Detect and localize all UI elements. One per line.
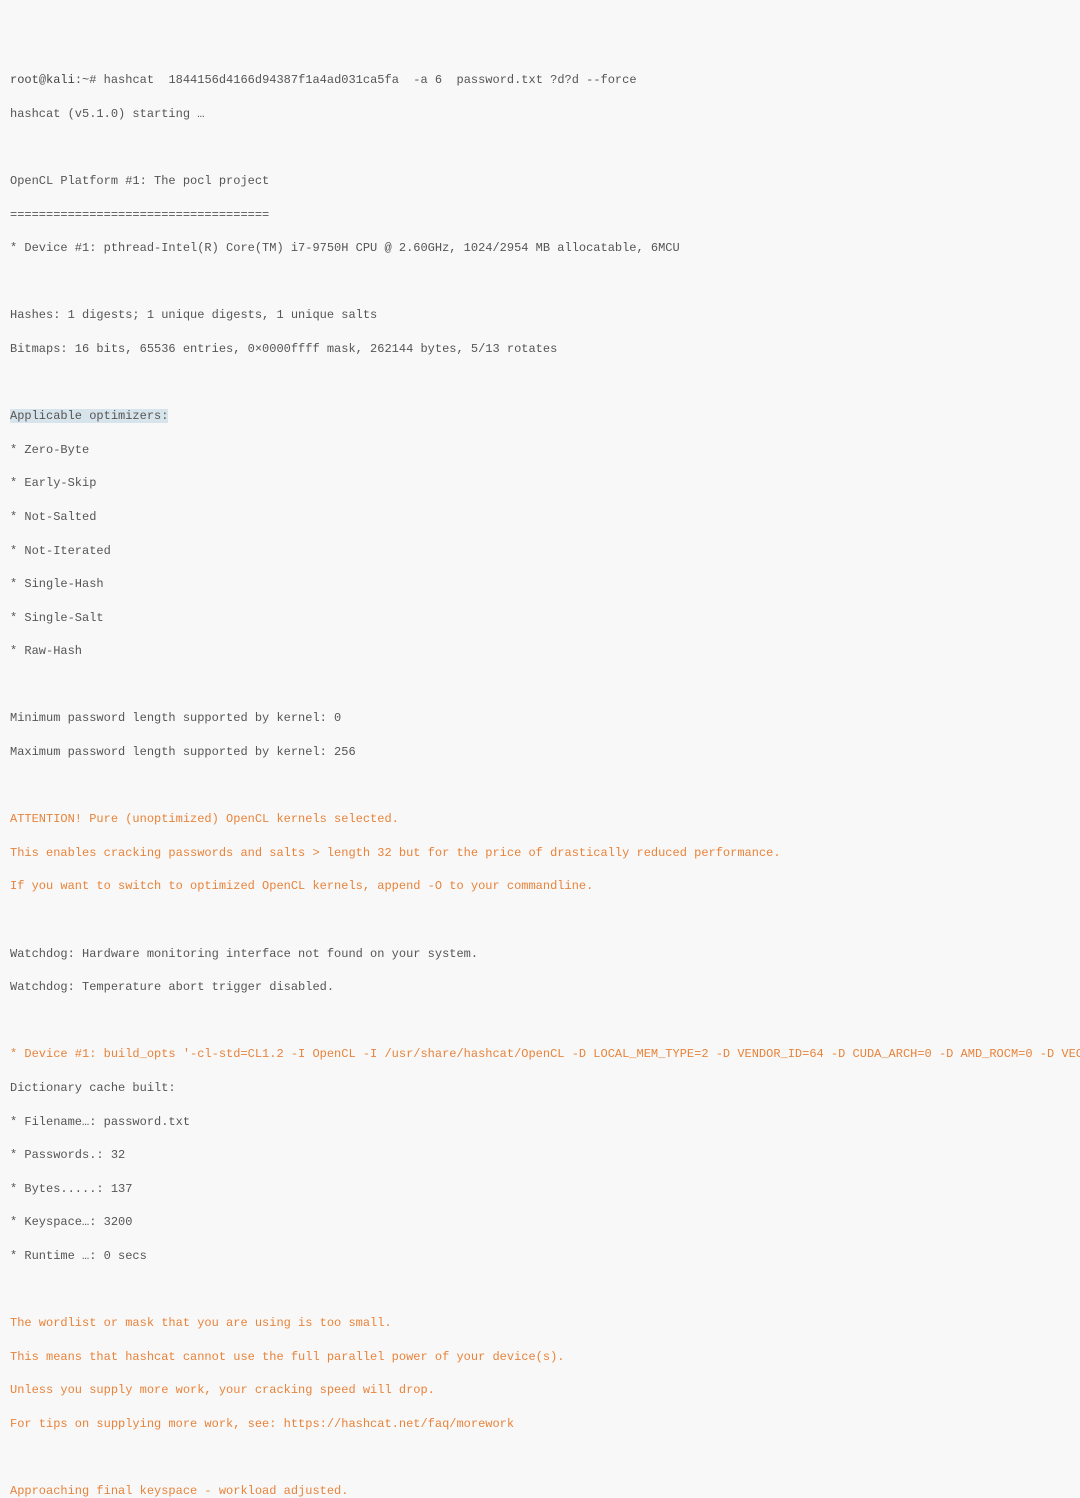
optimizer-item: * Single-Hash	[10, 576, 1070, 593]
attention-line: ATTENTION! Pure (unoptimized) OpenCL ker…	[10, 811, 1070, 828]
approaching-line: Approaching final keyspace - workload ad…	[10, 1483, 1070, 1498]
optimizer-item: * Zero-Byte	[10, 442, 1070, 459]
dict-header: Dictionary cache built:	[10, 1080, 1070, 1097]
blank-line	[10, 778, 1070, 795]
optimizer-item: * Not-Salted	[10, 509, 1070, 526]
command-text: hashcat 1844156d4166d94387f1a4ad031ca5fa…	[104, 73, 637, 87]
bitmaps-line: Bitmaps: 16 bits, 65536 entries, 0×0000f…	[10, 341, 1070, 358]
optimizer-item: * Raw-Hash	[10, 643, 1070, 660]
starting-line: hashcat (v5.1.0) starting …	[10, 106, 1070, 123]
watchdog-line: Watchdog: Hardware monitoring interface …	[10, 946, 1070, 963]
attention-line: This enables cracking passwords and salt…	[10, 845, 1070, 862]
blank-line	[10, 375, 1070, 392]
dict-passwords: * Passwords.: 32	[10, 1147, 1070, 1164]
optimizer-item: * Not-Iterated	[10, 543, 1070, 560]
platform-separator: ====================================	[10, 207, 1070, 224]
prompt-line: root@kali:~# hashcat 1844156d4166d94387f…	[10, 72, 1070, 89]
max-length-line: Maximum password length supported by ker…	[10, 744, 1070, 761]
dict-filename: * Filename…: password.txt	[10, 1114, 1070, 1131]
prompt-path: ~	[82, 73, 89, 87]
prompt-user: root	[10, 73, 39, 87]
platform-header: OpenCL Platform #1: The pocl project	[10, 173, 1070, 190]
blank-line	[10, 1450, 1070, 1467]
blank-line	[10, 677, 1070, 694]
dict-bytes: * Bytes.....: 137	[10, 1181, 1070, 1198]
blank-line	[10, 274, 1070, 291]
dict-keyspace: * Keyspace…: 3200	[10, 1214, 1070, 1231]
small-warn-line: The wordlist or mask that you are using …	[10, 1315, 1070, 1332]
prompt-host: kali	[46, 73, 75, 87]
blank-line	[10, 139, 1070, 156]
small-warn-line: For tips on supplying more work, see: ht…	[10, 1416, 1070, 1433]
attention-line: If you want to switch to optimized OpenC…	[10, 878, 1070, 895]
hashes-line: Hashes: 1 digests; 1 unique digests, 1 u…	[10, 307, 1070, 324]
watchdog-line: Watchdog: Temperature abort trigger disa…	[10, 979, 1070, 996]
device-line: * Device #1: pthread-Intel(R) Core(TM) i…	[10, 240, 1070, 257]
optimizer-item: * Early-Skip	[10, 475, 1070, 492]
optimizers-header: Applicable optimizers:	[10, 408, 1070, 425]
small-warn-line: This means that hashcat cannot use the f…	[10, 1349, 1070, 1366]
blank-line	[10, 1013, 1070, 1030]
dict-runtime: * Runtime …: 0 secs	[10, 1248, 1070, 1265]
min-length-line: Minimum password length supported by ker…	[10, 710, 1070, 727]
small-warn-line: Unless you supply more work, your cracki…	[10, 1382, 1070, 1399]
blank-line	[10, 1282, 1070, 1299]
blank-line	[10, 912, 1070, 929]
build-opts-line: * Device #1: build_opts '-cl-std=CL1.2 -…	[10, 1046, 1070, 1063]
optimizer-item: * Single-Salt	[10, 610, 1070, 627]
